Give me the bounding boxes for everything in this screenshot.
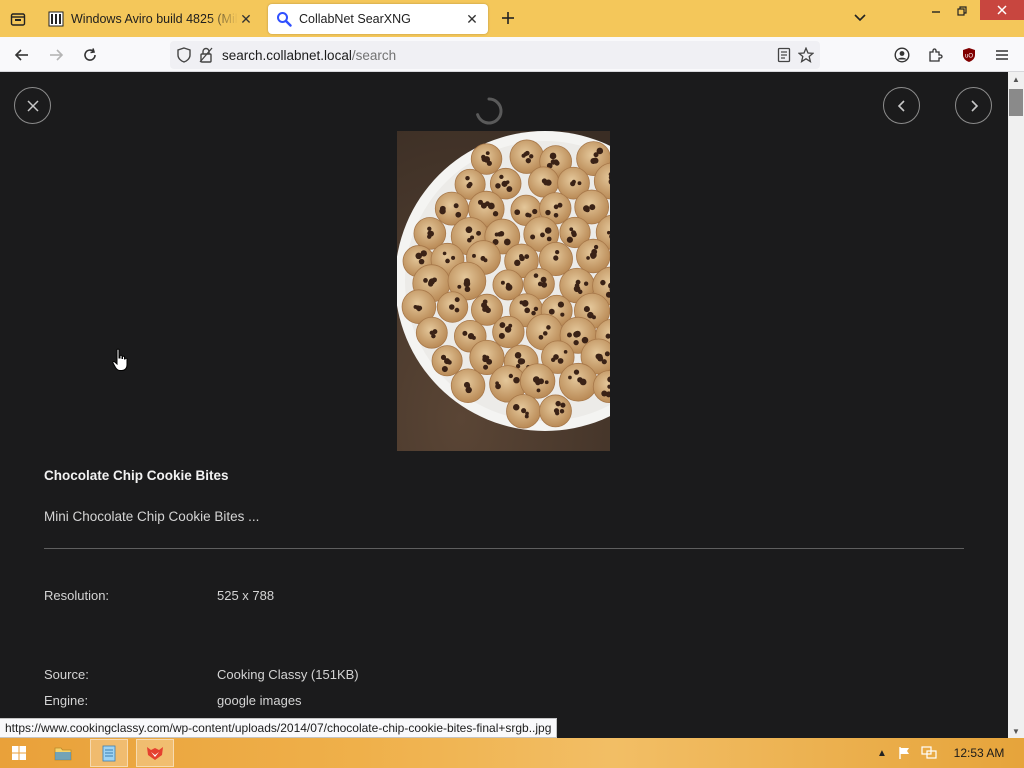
fox-browser-icon	[147, 747, 163, 760]
restore-icon	[957, 6, 967, 16]
chevron-left-icon	[897, 99, 905, 112]
menu-button[interactable]	[989, 42, 1015, 68]
url-path: /search	[351, 48, 397, 63]
arrow-right-icon	[50, 49, 64, 61]
tab-close-icon[interactable]: ✕	[464, 11, 480, 27]
tab-bar: Windows Aviro build 4825 (Mile ✕ CollabN…	[0, 0, 1024, 37]
engine-label: Engine:	[44, 693, 89, 708]
notepad-icon	[102, 745, 116, 762]
search-favicon-icon	[276, 11, 292, 27]
new-tab-button[interactable]	[496, 6, 520, 30]
ublock-shield-icon: uO	[963, 48, 975, 62]
close-icon	[26, 99, 39, 112]
taskbar-firefox[interactable]	[136, 739, 174, 767]
svg-text:uO: uO	[965, 54, 973, 60]
bookmark-star-icon[interactable]	[798, 47, 814, 63]
source-value: Cooking Classy (151KB)	[217, 667, 359, 682]
taskbar-clock[interactable]: 12:53 AM	[946, 746, 1012, 760]
close-window-button[interactable]	[980, 0, 1024, 20]
forward-button[interactable]	[43, 42, 69, 68]
tab-title: CollabNet SearXNG	[299, 12, 411, 26]
hamburger-menu-icon	[996, 50, 1008, 60]
close-icon	[997, 5, 1007, 15]
minimize-icon	[932, 11, 940, 13]
url-text[interactable]: search.collabnet.local/search	[222, 48, 396, 63]
taskbar-file-explorer[interactable]	[44, 739, 82, 767]
scroll-down-arrow-icon[interactable]: ▼	[1008, 724, 1024, 738]
puzzle-icon	[929, 48, 943, 62]
scroll-thumb[interactable]	[1009, 89, 1023, 116]
url-host: search.collabnet.local	[222, 48, 352, 63]
windows-taskbar: ▲ 12:53 AM	[0, 738, 1024, 768]
windows-logo-icon	[12, 746, 26, 760]
ublock-button[interactable]: uO	[956, 42, 982, 68]
scroll-up-arrow-icon[interactable]: ▲	[1008, 72, 1024, 86]
account-button[interactable]	[889, 42, 915, 68]
loading-spinner-icon	[476, 97, 503, 125]
navigation-toolbar: search.collabnet.local/search uO	[0, 37, 1024, 72]
firefox-view-icon	[10, 13, 26, 26]
tab-title: Windows Aviro build 4825 (Mile	[71, 12, 238, 26]
image-description: Mini Chocolate Chip Cookie Bites ...	[44, 509, 260, 524]
address-bar[interactable]: search.collabnet.local/search	[170, 41, 820, 69]
insecure-lock-icon[interactable]	[198, 47, 214, 63]
tab-collabnet-searxng[interactable]: CollabNet SearXNG ✕	[268, 4, 488, 34]
back-button[interactable]	[9, 42, 35, 68]
resolution-value: 525 x 788	[217, 588, 275, 603]
action-center-flag-icon[interactable]	[897, 745, 913, 761]
reload-button[interactable]	[77, 42, 103, 68]
source-label: Source:	[44, 667, 89, 682]
extensions-button[interactable]	[923, 42, 949, 68]
image-viewer: Chocolate Chip Cookie Bites Mini Chocola…	[0, 72, 1008, 718]
chevron-right-icon	[970, 99, 978, 112]
list-all-tabs-button[interactable]	[848, 8, 872, 28]
account-icon	[894, 47, 910, 63]
link-status-bar: https://www.cookingclassy.com/wp-content…	[0, 718, 558, 738]
image-title: Chocolate Chip Cookie Bites	[44, 468, 229, 483]
divider	[44, 548, 964, 549]
reader-view-icon[interactable]	[776, 47, 792, 63]
start-button[interactable]	[0, 739, 38, 767]
engine-value: google images	[217, 693, 302, 708]
cookie-photo[interactable]	[397, 131, 610, 451]
close-viewer-button[interactable]	[14, 87, 51, 124]
previous-image-button[interactable]	[883, 87, 920, 124]
hand-cursor-icon	[112, 348, 128, 371]
tracking-shield-icon[interactable]	[176, 47, 192, 63]
firefox-view-button[interactable]	[5, 6, 31, 32]
vertical-scrollbar[interactable]: ▲ ▼	[1008, 72, 1024, 738]
content-bottom	[574, 718, 1008, 738]
folder-icon	[54, 747, 72, 761]
network-icon[interactable]	[921, 745, 937, 761]
taskbar-notepad[interactable]	[90, 739, 128, 767]
restore-button[interactable]	[946, 0, 978, 22]
arrow-left-icon	[14, 49, 28, 61]
tab-close-icon[interactable]: ✕	[238, 11, 254, 27]
reload-icon	[84, 48, 96, 61]
chevron-down-icon	[854, 14, 866, 22]
tab-windows-aviro[interactable]: Windows Aviro build 4825 (Mile ✕	[40, 4, 262, 34]
next-image-button[interactable]	[955, 87, 992, 124]
library-favicon-icon	[48, 11, 64, 27]
resolution-label: Resolution:	[44, 588, 110, 603]
plus-icon	[502, 12, 514, 24]
show-hidden-icons-button[interactable]: ▲	[874, 745, 890, 761]
